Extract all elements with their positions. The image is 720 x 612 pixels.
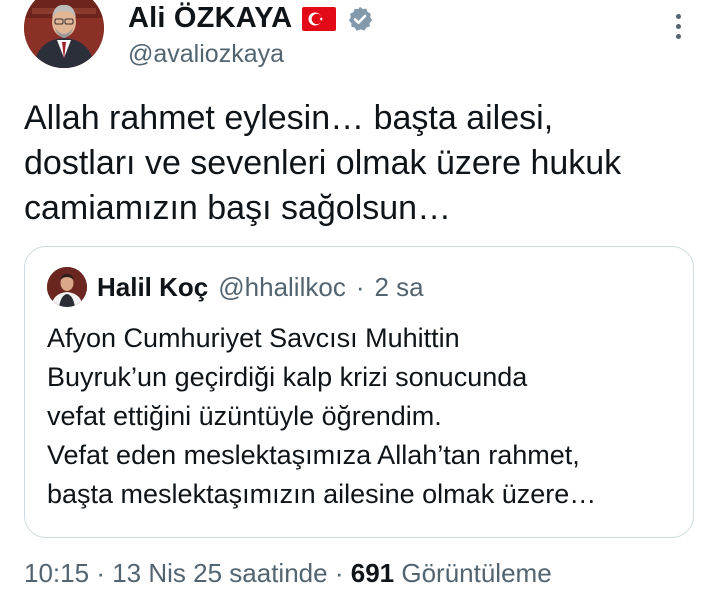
quoted-separator: · bbox=[355, 271, 365, 302]
more-dot bbox=[675, 33, 681, 39]
quoted-author-photo bbox=[47, 267, 87, 307]
quoted-tweet-text: Afyon Cumhuriyet Savcısı Muhittin Buyruk… bbox=[47, 323, 597, 509]
author-handle[interactable]: @avaliozkaya bbox=[128, 40, 284, 69]
quoted-author-handle[interactable]: @hhalilkoc bbox=[218, 272, 346, 303]
quoted-timestamp[interactable]: 2 sa bbox=[374, 272, 423, 303]
quoted-author-avatar[interactable] bbox=[47, 267, 87, 307]
author-name[interactable]: Ali ÖZKAYA bbox=[128, 2, 292, 35]
more-dot bbox=[675, 23, 681, 29]
more-dot bbox=[675, 13, 681, 19]
tweet-text: Allah rahmet eylesin… başta ailesi, dost… bbox=[24, 99, 622, 227]
footer-separator: · bbox=[96, 558, 105, 588]
views-count: 691 bbox=[350, 558, 395, 588]
quoted-tweet[interactable]: Halil Koç @hhalilkoc · 2 sa Afyon Cumhur… bbox=[24, 246, 694, 538]
tweet-footer: 10:15 · 13 Nis 25 saatinde · 691 Görüntü… bbox=[24, 558, 552, 589]
tweet-time[interactable]: 10:15 bbox=[24, 558, 89, 588]
quoted-tweet-header: Halil Koç @hhalilkoc · 2 sa bbox=[47, 267, 424, 307]
footer-separator: · bbox=[334, 558, 344, 588]
more-options-icon[interactable] bbox=[666, 8, 690, 44]
author-avatar[interactable] bbox=[24, 0, 104, 68]
quoted-author-name[interactable]: Halil Koç bbox=[97, 272, 208, 303]
turkey-flag-icon bbox=[302, 6, 337, 31]
verified-badge-icon[interactable] bbox=[346, 5, 374, 33]
views-label: Görüntüleme bbox=[401, 558, 552, 588]
author-name-row: Ali ÖZKAYA bbox=[128, 2, 374, 35]
tweet-date[interactable]: 13 Nis 25 saatinde bbox=[112, 558, 327, 588]
author-photo bbox=[24, 0, 104, 68]
